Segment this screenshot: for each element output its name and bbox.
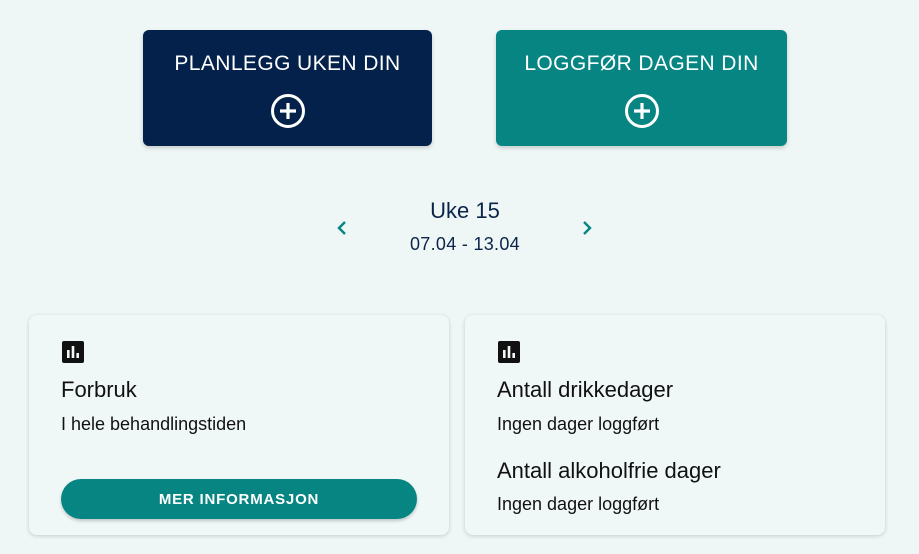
plan-week-label: PLANLEGG UKEN DIN <box>174 52 401 75</box>
add-circle-icon <box>270 94 305 128</box>
drinking-days-title: Antall drikkedager <box>497 377 674 402</box>
chevron-right-icon[interactable] <box>575 216 599 240</box>
log-day-label: LOGGFØR DAGEN DIN <box>524 52 759 75</box>
add-circle-icon <box>624 94 659 128</box>
card-title: Forbruk <box>61 377 137 402</box>
log-day-button[interactable]: LOGGFØR DAGEN DIN <box>496 30 787 146</box>
bar-chart-icon <box>498 341 520 363</box>
week-title: Uke 15 <box>430 198 500 223</box>
alcohol-free-days-title: Antall alkoholfrie dager <box>497 458 721 483</box>
more-info-button[interactable]: MER INFORMASJON <box>61 479 417 519</box>
plan-week-button[interactable]: PLANLEGG UKEN DIN <box>143 30 432 146</box>
alcohol-free-days-value: Ingen dager loggført <box>497 494 660 514</box>
card-subtitle: I hele behandlingstiden <box>61 414 247 434</box>
consumption-card: Forbruk I hele behandlingstiden MER INFO… <box>29 315 449 535</box>
drinking-days-card: Antall drikkedager Ingen dager loggført … <box>465 315 885 535</box>
drinking-days-value: Ingen dager loggført <box>497 414 660 434</box>
week-date-range: 07.04 - 13.04 <box>410 234 520 254</box>
bar-chart-icon <box>62 341 84 363</box>
week-navigator: Uke 15 07.04 - 13.04 <box>330 196 600 260</box>
